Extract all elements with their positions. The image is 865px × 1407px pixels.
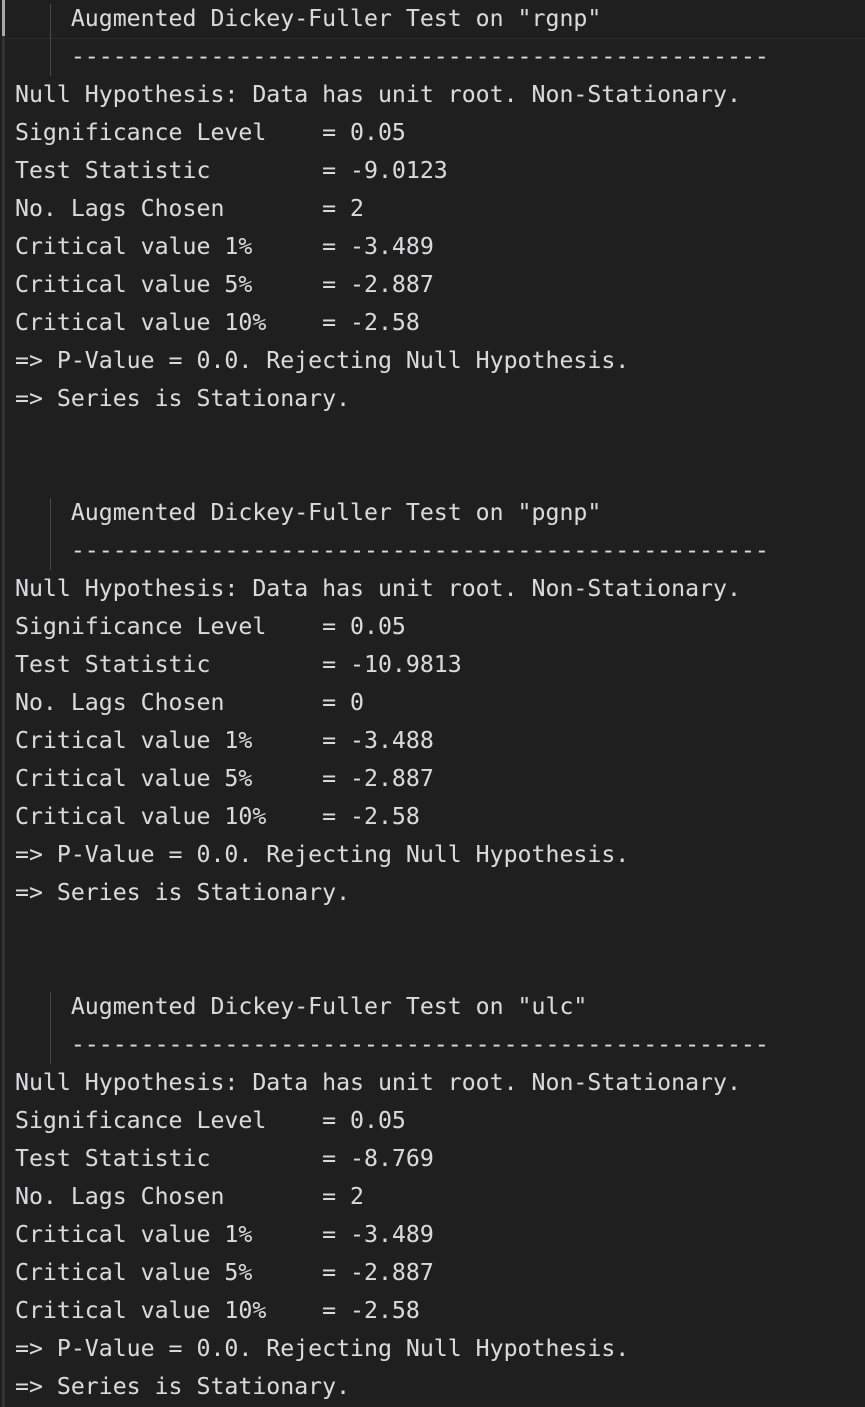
output-line: Null Hypothesis: Data has unit root. Non… <box>15 81 741 108</box>
output-blank-line <box>0 950 865 988</box>
output-line: Critical value 5% = -2.887 <box>15 271 434 298</box>
output-line: Critical value 1% = -3.489 <box>15 233 434 260</box>
output-line: => P-Value = 0.0. Rejecting Null Hypothe… <box>15 1335 630 1362</box>
output-line: Critical value 5% = -2.887 <box>15 765 434 792</box>
output-line: Critical value 10% = -2.58 <box>15 309 420 336</box>
output-line: Critical value 1% = -3.489 <box>15 1221 434 1248</box>
output-line: Significance Level = 0.05 <box>15 1107 406 1134</box>
output-line: No. Lags Chosen = 2 <box>15 195 365 222</box>
output-line: => P-Value = 0.0. Rejecting Null Hypothe… <box>15 347 630 374</box>
output-line: ----------------------------------------… <box>15 1031 769 1058</box>
output-blank-line <box>0 418 865 456</box>
output-line: Test Statistic = -8.769 <box>15 1145 434 1172</box>
output-line: Augmented Dickey-Fuller Test on "ulc" <box>15 993 588 1020</box>
output-line: => P-Value = 0.0. Rejecting Null Hypothe… <box>15 841 630 868</box>
output-line: Test Statistic = -9.0123 <box>15 157 448 184</box>
output-blank-line <box>0 912 865 950</box>
output-line: Augmented Dickey-Fuller Test on "rgnp" <box>15 5 602 32</box>
output-line: Null Hypothesis: Data has unit root. Non… <box>15 1069 741 1096</box>
output-line: No. Lags Chosen = 2 <box>15 1183 365 1210</box>
output-line: Significance Level = 0.05 <box>15 119 406 146</box>
output-line: Test Statistic = -10.9813 <box>15 651 462 678</box>
output-lines: Augmented Dickey-Fuller Test on "rgnp" -… <box>0 0 865 1406</box>
output-line: Critical value 10% = -2.58 <box>15 803 420 830</box>
output-line: Critical value 10% = -2.58 <box>15 1297 420 1324</box>
output-line: Augmented Dickey-Fuller Test on "pgnp" <box>15 499 602 526</box>
output-line: => Series is Stationary. <box>15 385 351 412</box>
output-line: Critical value 1% = -3.488 <box>15 727 434 754</box>
output-line: ----------------------------------------… <box>15 537 769 564</box>
output-line: ----------------------------------------… <box>15 43 769 70</box>
output-line: => Series is Stationary. <box>15 879 351 906</box>
output-line: Significance Level = 0.05 <box>15 613 406 640</box>
output-line: Null Hypothesis: Data has unit root. Non… <box>15 575 741 602</box>
output-line: Critical value 5% = -2.887 <box>15 1259 434 1286</box>
terminal-output-panel: Augmented Dickey-Fuller Test on "rgnp" -… <box>0 0 865 1407</box>
output-blank-line <box>0 456 865 494</box>
output-line: No. Lags Chosen = 0 <box>15 689 365 716</box>
output-line: => Series is Stationary. <box>15 1373 351 1400</box>
